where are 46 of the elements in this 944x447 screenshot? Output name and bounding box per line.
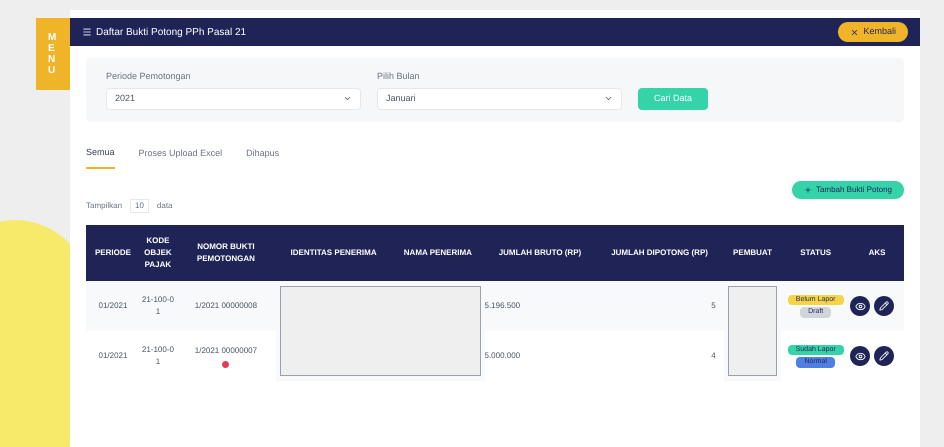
filter-label: Periode Pemotongan [106, 70, 192, 83]
tab[interactable]: Dihapus [246, 146, 280, 169]
page-size-select[interactable]: 10 [130, 199, 149, 213]
back-button[interactable]: Kembali [838, 22, 908, 42]
tab[interactable]: Proses Upload Excel [138, 146, 222, 169]
column-header: AKS [850, 225, 904, 281]
add-button[interactable]: Tambah Bukti Potong [792, 181, 904, 199]
pencil-icon [879, 351, 890, 361]
menu-icon[interactable] [82, 27, 92, 37]
table-cell: 1/2021 00000007 [194, 344, 258, 356]
table-cell: 21-100-01 [140, 331, 176, 381]
chevron-icon [343, 94, 352, 103]
eye-icon [854, 350, 866, 362]
chevron-icon [604, 94, 613, 103]
table-cell: 5 [595, 281, 724, 331]
filter-label: Pilih Bulan [377, 70, 421, 83]
table-cell: 01/2021 [86, 281, 140, 331]
table-cell: 4 [595, 331, 724, 381]
edit-button[interactable] [874, 346, 894, 366]
close-icon [850, 28, 860, 36]
plus-icon [804, 186, 812, 194]
column-header: JUMLAH DIPOTONG (RP) [595, 225, 724, 281]
column-header: PEMBUAT [724, 225, 782, 281]
table-cell: 21-100-01 [140, 281, 176, 331]
eye-icon [854, 300, 866, 312]
column-header: STATUS [781, 225, 850, 281]
view-button[interactable] [850, 346, 870, 366]
select-field[interactable]: 2021 [106, 88, 361, 110]
edit-button[interactable] [874, 296, 894, 316]
table-cell: 5.000.000 [484, 331, 596, 381]
table-cell: 5.196.500 [484, 281, 596, 331]
view-button[interactable] [850, 296, 870, 316]
table-cell: 1/2021 00000008 [194, 300, 258, 312]
page-title: Daftar Bukti Potong PPh Pasal 21 [96, 26, 246, 40]
tab[interactable]: Semua [86, 146, 115, 169]
pencil-icon [879, 301, 890, 311]
column-header: PERIODE [86, 225, 140, 281]
table-cell: 01/2021 [86, 331, 140, 381]
page-size-suffix: data [156, 200, 172, 212]
column-header: IDENTITAS PENERIMA [276, 225, 392, 281]
select-field[interactable]: Januari [377, 88, 622, 110]
column-header: NOMOR BUKTI PEMOTONGAN [176, 225, 276, 281]
column-header: KODE OBJEK PAJAK [140, 225, 176, 281]
column-header: JUMLAH BRUTO (RP) [484, 225, 596, 281]
page-size-label: Tampilkan [86, 200, 122, 212]
column-header: NAMA PENERIMA [391, 225, 484, 281]
